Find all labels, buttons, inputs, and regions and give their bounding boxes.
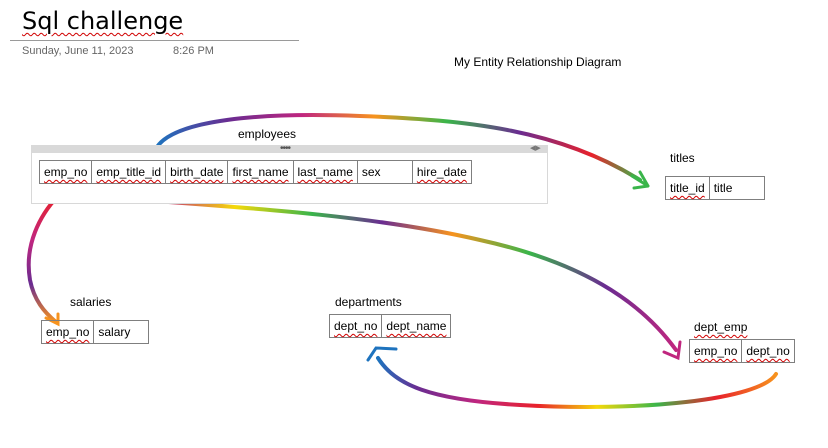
arrow-employees-salaries (26, 194, 60, 324)
relationship-arrows (26, 113, 778, 409)
employees-col-sex[interactable]: sex (356, 160, 413, 184)
titles-table: title_id title (665, 176, 765, 200)
titles-col-title_id[interactable]: title_id (665, 176, 710, 200)
departments-col-dept_no[interactable]: dept_no (328, 314, 383, 338)
employees-col-last_name[interactable]: last_name (292, 160, 358, 184)
employees-col-first_name[interactable]: first_name (227, 160, 294, 184)
dept_emp-col-emp_no[interactable]: emp_no (688, 339, 743, 363)
dept_emp-label: dept_emp (694, 320, 748, 334)
salaries-col-salary[interactable]: salary (93, 320, 150, 344)
departments-table: dept_no dept_name (328, 314, 452, 338)
dept_emp-table: emp_no dept_no (688, 339, 795, 363)
salaries-table: emp_no salary (40, 320, 150, 344)
salaries-label: salaries (70, 295, 112, 309)
scroll-arrows-icon[interactable]: ◀▶ (530, 144, 541, 152)
employees-col-emp_no[interactable]: emp_no (38, 160, 93, 184)
titles-label: titles (670, 151, 695, 165)
arrowhead-departments (366, 346, 398, 362)
dept_emp-col-dept_no[interactable]: dept_no (741, 339, 795, 363)
grip-dots-icon[interactable]: •••• (280, 143, 291, 154)
titles-col-title[interactable]: title (708, 176, 765, 200)
employees-col-birth_date[interactable]: birth_date (165, 160, 229, 184)
employees-label: employees (238, 127, 297, 141)
departments-col-dept_name[interactable]: dept_name (381, 314, 452, 338)
arrow-deptemp-departments (376, 356, 778, 409)
departments-label: departments (335, 295, 402, 309)
employees-col-emp_title_id[interactable]: emp_title_id (91, 160, 167, 184)
salaries-col-emp_no[interactable]: emp_no (40, 320, 95, 344)
employees-col-hire_date[interactable]: hire_date (411, 160, 472, 184)
employees-table: emp_no emp_title_id birth_date first_nam… (38, 160, 472, 184)
